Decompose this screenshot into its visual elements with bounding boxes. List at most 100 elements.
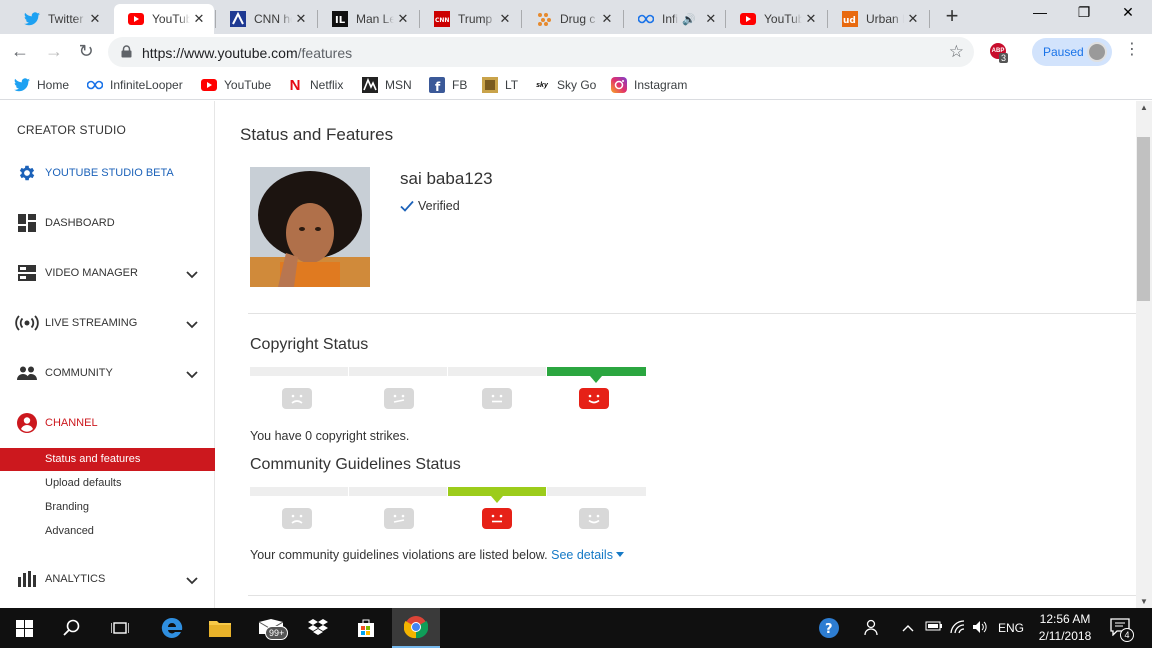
file-explorer-icon[interactable] (196, 608, 244, 648)
tab-title: Drug c (560, 12, 596, 26)
bookmark-fb[interactable]: f FB (429, 77, 467, 93)
community-guidelines-title: Community Guidelines Status (250, 456, 461, 473)
scroll-down-arrow[interactable]: ▼ (1136, 597, 1152, 606)
close-icon[interactable]: ✕ (598, 11, 616, 27)
bookmarks-bar: Home InfiniteLooper YouTube N Netflix MS… (0, 70, 1152, 100)
see-details-link[interactable]: See details (551, 548, 625, 562)
close-icon[interactable]: ✕ (190, 11, 208, 27)
bookmark-netflix[interactable]: N Netflix (287, 77, 344, 94)
tab-cnn-health[interactable]: CNN health ✕ (216, 4, 316, 34)
sidebar-item-channel[interactable]: CHANNEL (0, 411, 215, 435)
close-icon[interactable]: ✕ (904, 11, 922, 27)
address-bar[interactable]: https://www.youtube.com/features ☆ (108, 37, 974, 67)
tab-separator (725, 10, 726, 28)
chevron-down-icon[interactable] (186, 572, 198, 590)
close-icon[interactable]: ✕ (394, 11, 412, 27)
chrome-icon[interactable] (392, 608, 440, 648)
meter-segment (349, 367, 447, 376)
tab-title: YouTube (764, 12, 802, 26)
scroll-up-arrow[interactable]: ▲ (1136, 103, 1152, 112)
people-icon[interactable] (864, 618, 882, 639)
url-text[interactable]: https://www.youtube.com/features (142, 45, 352, 61)
language-indicator[interactable]: ENG (998, 621, 1024, 635)
bookmark-label: MSN (385, 78, 412, 92)
bookmark-infinitelooper[interactable]: InfiniteLooper (87, 77, 183, 93)
svg-text:ud: ud (843, 16, 856, 26)
notifications-badge: 4 (1120, 628, 1134, 642)
store-icon[interactable] (342, 608, 390, 648)
tab-urban-dictionary[interactable]: ud Urban Dictionary ✕ (828, 4, 928, 34)
dropbox-icon[interactable] (294, 608, 342, 648)
close-icon[interactable]: ✕ (496, 11, 514, 27)
community-violations-label: Your community guidelines violations are… (250, 548, 548, 562)
sidebar-subitem-upload-defaults[interactable]: Upload defaults (0, 472, 215, 495)
sidebar-item-video-manager[interactable]: VIDEO MANAGER (0, 261, 215, 285)
sidebar-subitem-advanced[interactable]: Advanced (0, 520, 215, 543)
bookmark-label: FB (452, 78, 468, 92)
tab-youtube-2[interactable]: YouTube ✕ (726, 4, 826, 34)
urban-dictionary-icon: ud (842, 11, 858, 27)
sidebar-subitem-status-and-features[interactable]: Status and features (0, 448, 215, 471)
minimize-button[interactable]: — (1028, 4, 1052, 20)
sidebar-subitem-branding[interactable]: Branding (0, 496, 215, 519)
close-icon[interactable]: ✕ (292, 11, 310, 27)
bookmark-sky-go[interactable]: sky Sky Go (534, 77, 596, 93)
sidebar-subitem-label: Branding (45, 501, 90, 513)
forward-button[interactable]: → (43, 41, 65, 62)
bookmark-label: InfiniteLooper (110, 78, 183, 92)
system-clock[interactable]: 12:56 AM 2/11/2018 (1030, 611, 1100, 645)
tab-man-le[interactable]: IL Man Le ✕ (318, 4, 418, 34)
chevron-down-icon[interactable] (186, 366, 198, 384)
close-icon[interactable]: ✕ (86, 11, 104, 27)
profile-button[interactable]: Paused (1032, 38, 1112, 66)
bookmark-youtube[interactable]: YouTube (201, 77, 271, 93)
scrollbar-thumb[interactable] (1137, 137, 1150, 301)
close-window-button[interactable]: ✕ (1116, 4, 1140, 21)
tab-strip: Twitter ✕ YouTube ✕ CNN health ✕ IL Man … (0, 0, 1152, 34)
volume-icon[interactable] (972, 620, 988, 637)
sidebar-item-label: COMMUNITY (45, 367, 113, 379)
bookmark-instagram[interactable]: Instagram (611, 77, 687, 93)
new-tab-button[interactable]: + (941, 5, 963, 27)
battery-icon[interactable] (925, 620, 943, 635)
close-icon[interactable]: ✕ (802, 11, 820, 27)
sidebar-item-analytics[interactable]: ANALYTICS (0, 567, 215, 591)
bookmark-lt[interactable]: LT (482, 77, 518, 93)
close-icon[interactable]: ✕ (704, 11, 718, 27)
tab-infinite-looper[interactable]: Infi 🔊 ✕ (624, 4, 724, 34)
sidebar-item-community[interactable]: COMMUNITY (0, 361, 215, 385)
maximize-button[interactable]: ❐ (1072, 4, 1096, 21)
wifi-icon[interactable] (950, 620, 966, 637)
windows-start-icon[interactable] (0, 608, 48, 648)
community-icon (17, 363, 37, 383)
tab-twitter[interactable]: Twitter ✕ (10, 4, 110, 34)
divider (248, 313, 1136, 314)
chevron-up-icon[interactable] (902, 621, 914, 635)
sidebar-item-live-streaming[interactable]: LIVE STREAMING (0, 311, 215, 335)
page-scrollbar[interactable]: ▲ ▼ (1136, 101, 1152, 608)
task-view-icon[interactable] (96, 608, 144, 648)
chevron-down-icon[interactable] (186, 316, 198, 334)
sidebar-item-youtube-studio-beta[interactable]: YOUTUBE STUDIO BETA (0, 161, 215, 185)
sidebar-item-dashboard[interactable]: DASHBOARD (0, 211, 215, 235)
chevron-down-icon[interactable] (186, 266, 198, 284)
more-menu-icon[interactable]: ⋮ (1124, 42, 1140, 58)
meter-segment-active (448, 487, 546, 496)
meter-pointer (491, 496, 503, 503)
speaker-icon[interactable]: 🔊 (682, 13, 696, 26)
bookmark-msn[interactable]: MSN (362, 77, 412, 93)
reload-button[interactable]: ↻ (75, 41, 97, 62)
sidebar-item-label: DASHBOARD (45, 217, 115, 229)
tab-drug[interactable]: Drug c ✕ (522, 4, 622, 34)
clock-date: 2/11/2018 (1038, 629, 1092, 643)
back-button[interactable]: ← (9, 41, 31, 62)
tab-youtube[interactable]: YouTube ✕ (114, 4, 214, 34)
help-icon[interactable]: ? (818, 617, 840, 642)
edge-browser-icon[interactable] (148, 608, 196, 648)
bookmark-home[interactable]: Home (14, 77, 69, 93)
bookmark-star-icon[interactable]: ☆ (949, 42, 964, 62)
svg-text:CNN: CNN (435, 17, 449, 24)
tab-trump[interactable]: CNN Trump ✕ (420, 4, 520, 34)
sidebar-item-label: VIDEO MANAGER (45, 267, 138, 279)
search-icon[interactable] (48, 608, 96, 648)
